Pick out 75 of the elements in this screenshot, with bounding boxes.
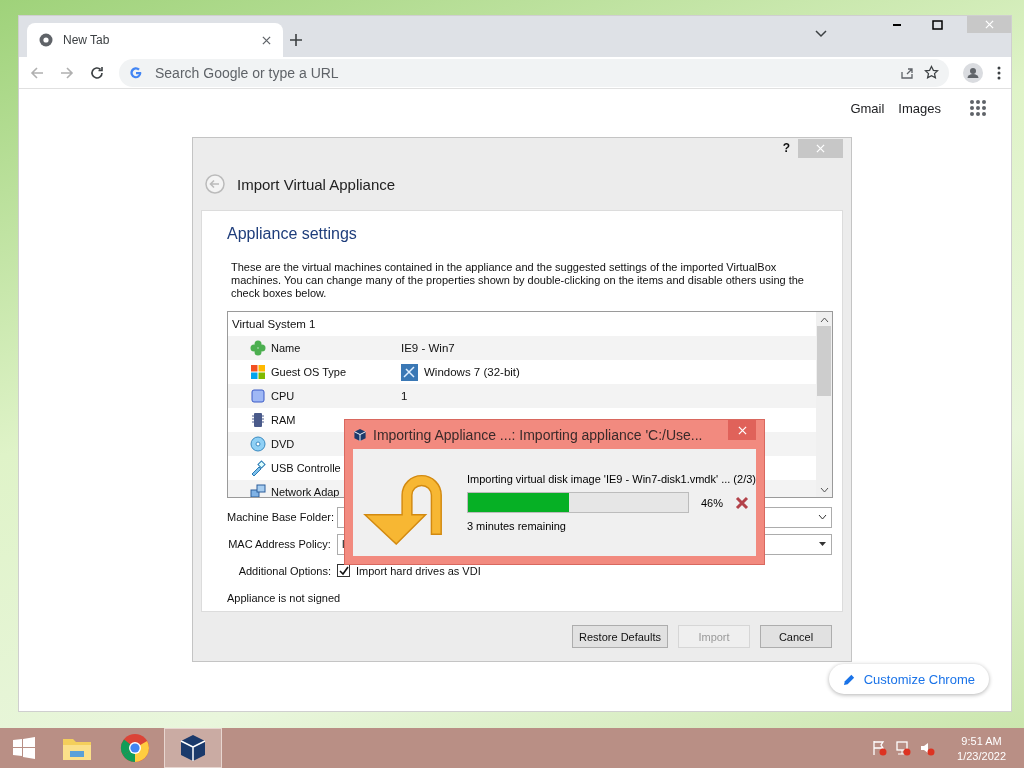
signature-status: Appliance is not signed [227, 591, 341, 604]
browser-logo-icon [120, 733, 150, 763]
memory-icon [250, 412, 266, 428]
usb-plug-icon [250, 460, 266, 476]
scrollbar[interactable] [816, 312, 832, 498]
network-icon[interactable] [895, 740, 912, 756]
dropdown-caret-icon [818, 541, 827, 548]
pencil-icon [842, 672, 856, 686]
time-remaining: 3 minutes remaining [466, 520, 567, 532]
star-icon[interactable] [924, 65, 939, 80]
close-icon [737, 425, 747, 435]
property-value[interactable]: Windows 7 (32-bit) [424, 366, 520, 378]
property-label[interactable]: Guest OS Type [271, 366, 401, 378]
browser-tab[interactable]: New Tab [27, 23, 283, 57]
share-icon[interactable] [900, 65, 914, 80]
checkbox-label: Import hard drives as VDI [356, 564, 481, 577]
scroll-down-icon[interactable] [819, 486, 829, 495]
property-value[interactable]: IE9 - Win7 [401, 342, 455, 354]
progress-percent: 46% [699, 496, 724, 509]
close-icon [262, 35, 271, 45]
help-button[interactable]: ? [782, 141, 790, 155]
maximize-icon [931, 19, 943, 30]
description-text: These are the virtual machines contained in the appliance and the suggested settings of the imported VirtualBox machines. You can change many of the properties shown by double-clicking on the items and disable others using the check boxes below. [230, 261, 805, 300]
dialog-title: Import Virtual Appliance [237, 175, 396, 193]
tab-search-button[interactable] [815, 30, 827, 38]
close-tab-button[interactable] [262, 35, 271, 45]
cancel-button[interactable] [734, 495, 749, 510]
dropdown-caret-icon [818, 514, 827, 521]
google-logo-icon [129, 65, 143, 80]
address-field[interactable]: Search Google or type a URL [153, 63, 890, 82]
property-label[interactable]: Name [271, 342, 401, 354]
forward-arrow-icon [59, 64, 75, 81]
dialog-button[interactable]: Restore Defaults [572, 625, 668, 648]
field-label: Additional Options: [237, 564, 331, 577]
progress-message: Importing virtual disk image 'IE9 - Win7-disk1.vmdk' ... (2/3) [466, 473, 756, 485]
field-label: Machine Base Folder: [227, 511, 331, 524]
reload-icon [89, 64, 105, 81]
header-link[interactable]: Images [898, 100, 941, 116]
network-icon [250, 484, 266, 498]
checkmark-icon [338, 565, 349, 576]
taskbar-app[interactable] [164, 728, 222, 768]
plus-icon [289, 33, 303, 47]
customize-button[interactable]: Customize Chrome [828, 664, 989, 694]
close-button[interactable] [728, 420, 756, 440]
header-link[interactable]: Gmail [850, 100, 885, 116]
apps-grid-icon[interactable] [969, 99, 987, 117]
disc-icon [250, 436, 266, 452]
os-logo-icon [401, 363, 418, 381]
speaker-icon[interactable] [919, 740, 936, 756]
minimize-icon [892, 23, 902, 26]
property-label[interactable]: CPU [271, 390, 401, 402]
close-icon [816, 143, 825, 153]
cube-icon [178, 733, 208, 763]
reload-button[interactable] [89, 64, 105, 81]
menu-icon[interactable] [997, 65, 1001, 80]
profile-avatar-icon[interactable] [963, 62, 983, 83]
flag-icon[interactable] [871, 740, 888, 756]
dialog-title: Importing Appliance ...: Importing appliance 'C:/Use... [373, 426, 704, 443]
address-bar[interactable]: Search Google or type a URL [119, 58, 949, 87]
cube-icon [353, 427, 367, 442]
section-heading: Appliance settings [227, 225, 358, 243]
back-arrow-icon [29, 64, 45, 81]
chevron-down-icon [815, 30, 827, 38]
globe-icon [39, 33, 53, 47]
chip-icon [250, 388, 266, 404]
tiles-icon [250, 364, 266, 380]
clover-icon [250, 340, 266, 356]
cross-icon [734, 495, 749, 510]
dialog-button[interactable]: Cancel [760, 625, 832, 648]
scroll-up-icon[interactable] [819, 316, 829, 324]
property-value[interactable]: 1 [401, 390, 408, 402]
field-label: MAC Address Policy: [227, 538, 331, 551]
close-icon [984, 20, 994, 29]
checkbox[interactable] [337, 564, 350, 578]
windows-logo-icon [13, 737, 35, 759]
